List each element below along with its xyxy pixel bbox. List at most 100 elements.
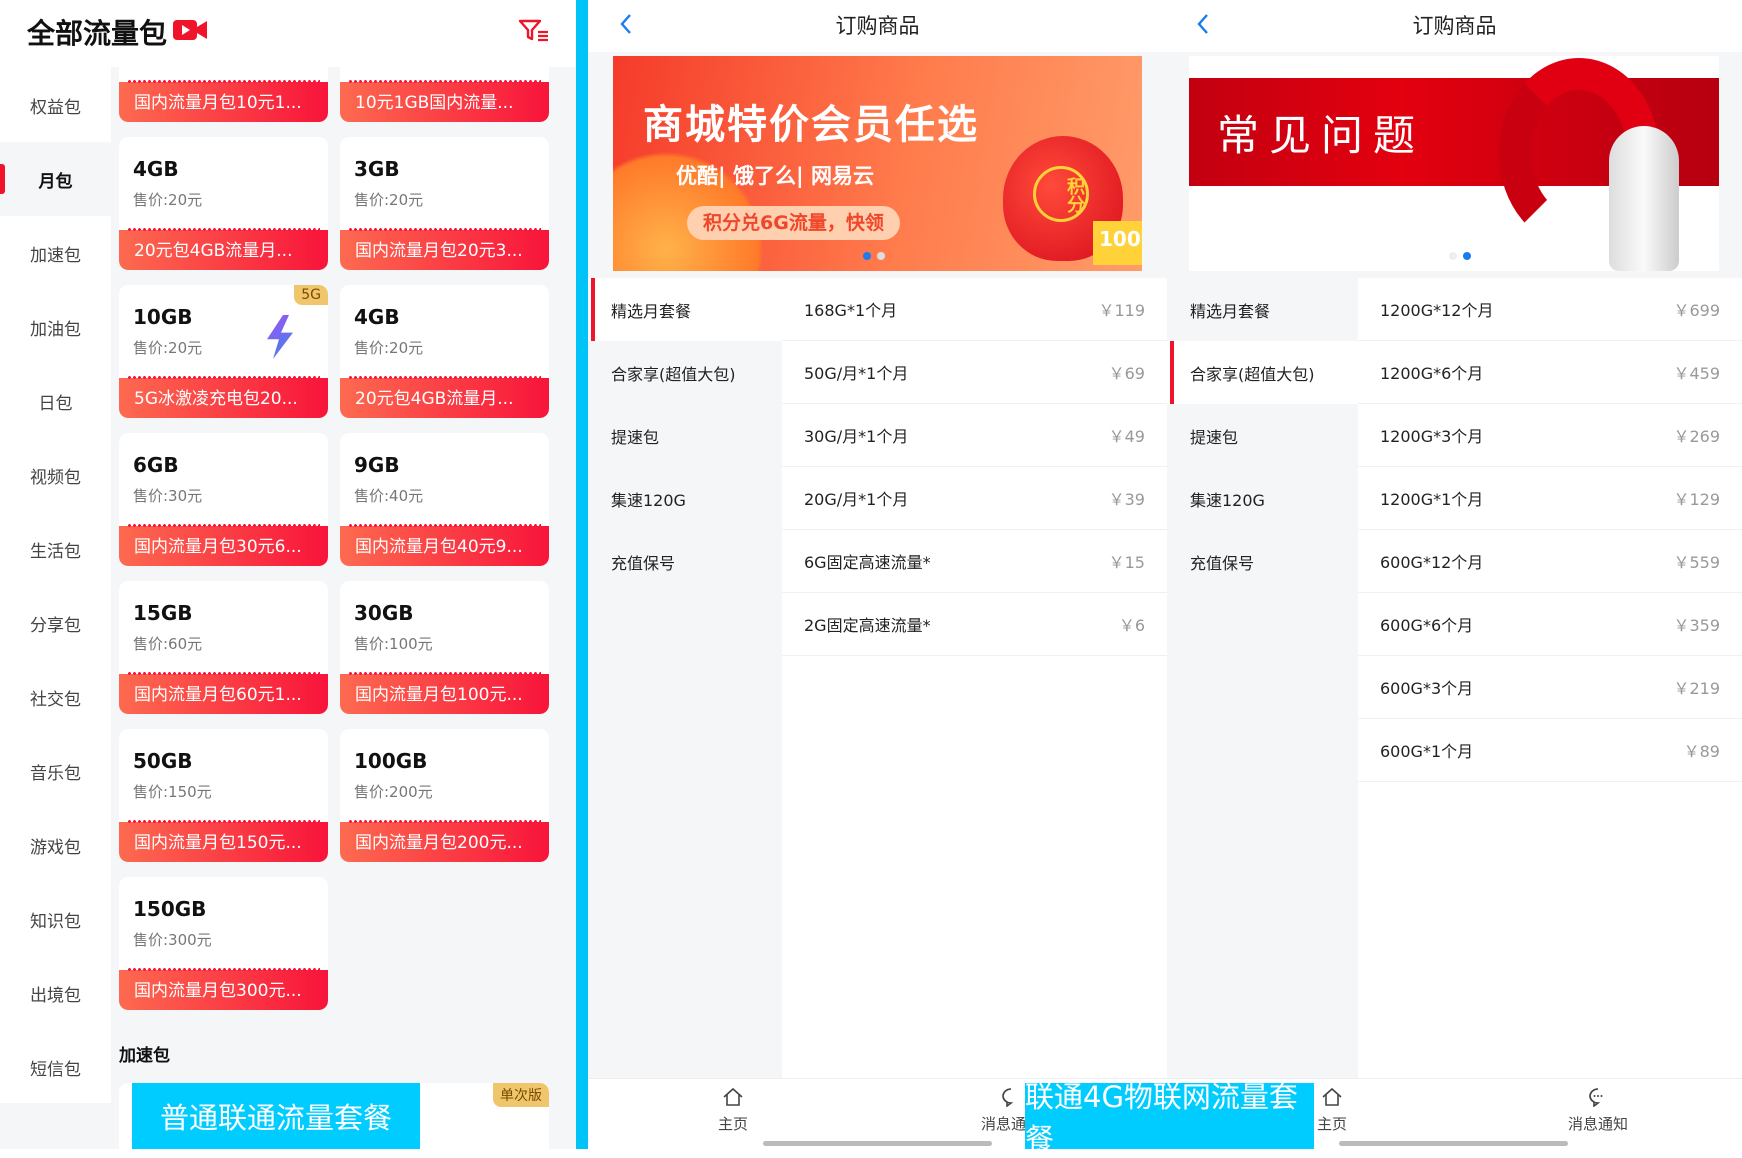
package-price: 售价:20元 bbox=[354, 189, 423, 210]
package-price: 售价:40元 bbox=[354, 485, 423, 506]
banner-pill: 积分兑6G流量，快领 bbox=[687, 206, 900, 240]
package-name-ribbon: 20元包4GB流量月... bbox=[340, 378, 549, 418]
sidebar-item[interactable]: 加速包 bbox=[0, 216, 111, 290]
lightning-icon bbox=[259, 315, 299, 359]
package-card[interactable]: 10GB售价:20元5G冰激凌充电包20...5G bbox=[119, 285, 328, 418]
sidebar-item[interactable]: 知识包 bbox=[0, 882, 111, 956]
sidebar-item[interactable]: 分享包 bbox=[0, 586, 111, 660]
sidebar-item[interactable]: 社交包 bbox=[0, 660, 111, 734]
sidebar-item[interactable]: 生活包 bbox=[0, 512, 111, 586]
product-price: ￥89 bbox=[1684, 738, 1720, 762]
product-name: 20G/月*1个月 bbox=[804, 486, 908, 510]
package-size: 9GB bbox=[354, 453, 400, 477]
category-item[interactable]: 提速包 bbox=[1167, 404, 1358, 467]
carousel-dots[interactable] bbox=[863, 252, 885, 260]
package-name-ribbon: 国内流量月包40元9... bbox=[340, 526, 549, 566]
product-price: ￥129 bbox=[1673, 486, 1720, 510]
chat-icon bbox=[1587, 1087, 1609, 1107]
category-item[interactable]: 集速120G bbox=[1167, 467, 1358, 530]
product-row[interactable]: 1200G*6个月￥459 bbox=[1358, 341, 1742, 404]
package-card[interactable]: 15GB售价:60元国内流量月包60元1... bbox=[119, 581, 328, 714]
category-item[interactable]: 合家享(超值大包) bbox=[1167, 341, 1358, 404]
product-price: ￥49 bbox=[1109, 423, 1145, 447]
product-price: ￥6 bbox=[1119, 612, 1145, 636]
package-name-ribbon: 10元1GB国内流量... bbox=[340, 82, 549, 122]
section-label: 加速包 bbox=[119, 1041, 170, 1066]
left-panel: 国内流量月包10元1... 10元1GB国内流量... 4GB售价:20元20元包4… bbox=[0, 0, 576, 1149]
category-item[interactable]: 精选月套餐 bbox=[588, 278, 782, 341]
package-card[interactable]: 9GB 售价:40元国内流量月包40元9... bbox=[340, 433, 549, 566]
package-card[interactable]: 150GB售价:300元国内流量月包300元... bbox=[119, 877, 328, 1010]
nav-messages[interactable]: 消息通知 bbox=[1553, 1087, 1643, 1134]
home-icon bbox=[722, 1087, 744, 1107]
package-card[interactable]: 6GB售价:30元国内流量月包30元6... bbox=[119, 433, 328, 566]
product-row[interactable]: 30G/月*1个月 ￥49 bbox=[782, 404, 1167, 467]
package-card[interactable]: 50GB售价:150元国内流量月包150元... bbox=[119, 729, 328, 862]
sidebar-item[interactable]: 出境包 bbox=[0, 956, 111, 1030]
product-price: ￥269 bbox=[1673, 423, 1720, 447]
sidebar-item[interactable]: 加油包 bbox=[0, 290, 111, 364]
package-name-ribbon: 20元包4GB流量月... bbox=[119, 230, 328, 270]
home-icon bbox=[1321, 1087, 1343, 1107]
sidebar-item[interactable]: 游戏包 bbox=[0, 808, 111, 882]
package-card[interactable]: 4GB售价:20元20元包4GB流量月... bbox=[340, 285, 549, 418]
product-name: 1200G*3个月 bbox=[1380, 423, 1483, 447]
package-size: 6GB bbox=[133, 453, 179, 477]
category-item[interactable]: 提速包 bbox=[588, 404, 782, 467]
page-title: 订购商品 bbox=[1167, 10, 1742, 40]
category-item[interactable]: 充值保号 bbox=[588, 530, 782, 593]
product-name: 600G*1个月 bbox=[1380, 738, 1473, 762]
product-row[interactable]: 6G固定高速流量*￥15 bbox=[782, 530, 1167, 593]
product-row[interactable]: 1200G*12个月￥699 bbox=[1358, 278, 1742, 341]
category-item[interactable]: 精选月套餐 bbox=[1167, 278, 1358, 341]
faq-banner[interactable]: 常见问题 bbox=[1189, 56, 1719, 271]
product-name: 30G/月*1个月 bbox=[804, 423, 908, 447]
carousel-dots[interactable] bbox=[1449, 252, 1471, 260]
product-row[interactable]: 20G/月*1个月 ￥39 bbox=[782, 467, 1167, 530]
points-label: 积分 bbox=[1033, 166, 1089, 222]
category-item[interactable]: 集速120G bbox=[588, 467, 782, 530]
sidebar-item[interactable]: 权益包 bbox=[0, 68, 111, 142]
product-row[interactable]: 50G/月*1个月￥69 bbox=[782, 341, 1167, 404]
package-name-ribbon: 国内流量月包10元1... bbox=[119, 82, 328, 122]
product-row[interactable]: 600G*6个月￥359 bbox=[1358, 593, 1742, 656]
nav-home[interactable]: 主页 bbox=[688, 1087, 778, 1134]
package-size: 30GB bbox=[354, 601, 414, 625]
sidebar-item[interactable]: 月包 bbox=[0, 142, 111, 216]
page-title: 订购商品 bbox=[588, 10, 1167, 40]
package-name-ribbon: 国内流量月包60元1... bbox=[119, 674, 328, 714]
category-item[interactable]: 合家享(超值大包) bbox=[588, 341, 782, 404]
package-card[interactable]: 3GB售价:20元国内流量月包20元3... bbox=[340, 137, 549, 270]
product-row[interactable]: 600G*1个月 ￥89 bbox=[1358, 719, 1742, 782]
package-price: 售价:200元 bbox=[354, 781, 433, 802]
product-price: ￥119 bbox=[1098, 297, 1145, 321]
product-row[interactable]: 2G固定高速流量*￥6 bbox=[782, 593, 1167, 656]
overlay-caption: 普通联通流量套餐 bbox=[132, 1083, 420, 1149]
5g-badge: 5G bbox=[294, 285, 328, 305]
sidebar-item[interactable]: 短信包 bbox=[0, 1030, 111, 1104]
package-name-ribbon: 国内流量月包150元... bbox=[119, 822, 328, 862]
sidebar-item[interactable]: 视频包 bbox=[0, 438, 111, 512]
promo-banner[interactable]: 商城特价会员任选 优酷| 饿了么| 网易云 积分兑6G流量，快领 积分 100 bbox=[613, 56, 1142, 271]
package-price: 售价:20元 bbox=[354, 337, 423, 358]
category-item[interactable]: 充值保号 bbox=[1167, 530, 1358, 593]
product-row[interactable]: 1200G*3个月 ￥269 bbox=[1358, 404, 1742, 467]
product-row[interactable]: 168G*1个月￥119 bbox=[782, 278, 1167, 341]
product-price: ￥559 bbox=[1673, 549, 1720, 573]
sidebar-item[interactable]: 日包 bbox=[0, 364, 111, 438]
product-name: 1200G*1个月 bbox=[1380, 486, 1483, 510]
category-list: 精选月套餐合家享(超值大包)提速包集速120G充值保号 bbox=[588, 278, 782, 1078]
nav-label: 消息通知 bbox=[1568, 1115, 1628, 1133]
package-card[interactable]: 30GB售价:100元国内流量月包100元... bbox=[340, 581, 549, 714]
product-price: ￥39 bbox=[1109, 486, 1145, 510]
product-row[interactable]: 1200G*1个月 ￥129 bbox=[1358, 467, 1742, 530]
sidebar-item[interactable]: 音乐包 bbox=[0, 734, 111, 808]
package-card[interactable]: 100GB售价:200元国内流量月包200元... bbox=[340, 729, 549, 862]
product-row[interactable]: 600G*3个月￥219 bbox=[1358, 656, 1742, 719]
product-row[interactable]: 600G*12个月￥559 bbox=[1358, 530, 1742, 593]
video-icon[interactable] bbox=[173, 19, 207, 41]
package-card[interactable]: 4GB售价:20元20元包4GB流量月... bbox=[119, 137, 328, 270]
page-title: 全部流量包 bbox=[27, 12, 167, 52]
filter-icon[interactable] bbox=[518, 18, 550, 42]
single-use-badge: 单次版 bbox=[493, 1083, 549, 1107]
